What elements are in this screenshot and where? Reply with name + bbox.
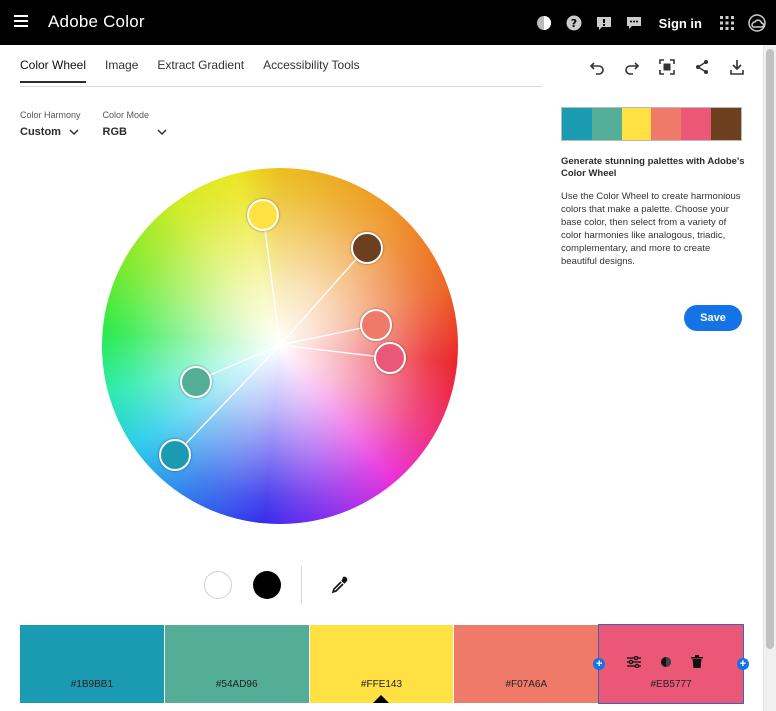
save-button[interactable]: Save [684,305,742,331]
toolbar [588,58,746,76]
app-title[interactable]: Adobe Color [48,12,145,32]
color-harmony-dropdown[interactable]: Custom [20,126,81,138]
add-right-icon[interactable]: + [736,658,749,670]
add-left-icon[interactable]: + [593,658,606,670]
color-mode-dropdown[interactable]: RGB [103,126,167,138]
chat-icon[interactable] [625,14,643,32]
color-harmony-label: Color Harmony [20,110,81,120]
palette-preview-swatch-1 [562,108,592,140]
handle-yellow[interactable] [247,199,279,231]
swatch-row: #1B9BB1 #54AD96 #FFE143 #F07A6A #EB5777 … [20,624,749,704]
swatch-hex[interactable]: #54AD96 [165,679,309,690]
black-swatch-button[interactable] [253,571,281,599]
help-icon[interactable]: ? [565,14,583,32]
fullscreen-icon[interactable] [658,58,676,76]
handle-salmon[interactable] [360,309,392,341]
swatch-hex[interactable]: #FFE143 [310,679,454,690]
palette-preview[interactable] [561,107,742,141]
white-swatch-button[interactable] [204,571,232,599]
swatch-tools [627,655,704,673]
top-bar: Adobe Color ? Sign in [0,0,776,45]
swatch-hex[interactable]: #1B9BB1 [20,679,164,690]
color-harmony-select[interactable]: Color Harmony Custom [20,110,81,138]
redo-icon[interactable] [623,58,641,76]
creative-cloud-icon[interactable] [748,14,766,32]
share-icon[interactable] [693,58,711,76]
color-harmony-value: Custom [20,126,61,138]
divider [301,566,302,604]
adjust-sliders-icon[interactable] [627,655,642,673]
color-mode-select[interactable]: Color Mode RGB [103,110,167,138]
palette-preview-swatch-6 [711,108,741,140]
undo-icon[interactable] [588,58,606,76]
scrollbar[interactable] [763,45,776,711]
tab-extract-gradient[interactable]: Extract Gradient [157,58,244,83]
sign-in-link[interactable]: Sign in [659,16,702,31]
chevron-down-icon [69,128,79,135]
handle-green[interactable] [180,366,212,398]
handle-pink[interactable] [374,342,406,374]
swatch-5[interactable]: #EB5777 + + [593,624,749,704]
tab-divider [20,86,542,87]
swatch-3[interactable]: #FFE143 [309,625,454,703]
brightness-controls [204,566,350,604]
swatch-hex[interactable]: #EB5777 [599,679,743,690]
tab-color-wheel[interactable]: Color Wheel [20,58,87,83]
info-body: Use the Color Wheel to create harmonious… [561,191,741,267]
color-wheel[interactable] [102,168,458,524]
feedback-icon[interactable] [595,14,613,32]
base-color-indicator-icon [373,695,390,703]
tab-image[interactable]: Image [105,58,138,83]
menu-icon[interactable] [14,15,28,27]
color-mode-value: RGB [102,126,127,138]
apps-grid-icon[interactable] [718,14,736,32]
swatch-1[interactable]: #1B9BB1 [20,625,164,703]
color-mode-label: Color Mode [102,110,150,120]
contrast-icon[interactable] [660,655,672,673]
swatch-hex[interactable]: #F07A6A [454,679,598,690]
svg-text:?: ? [570,17,576,30]
palette-preview-swatch-2 [591,108,622,140]
download-icon[interactable] [728,58,746,76]
handle-brown[interactable] [351,232,383,264]
swatch-4[interactable]: #F07A6A [454,625,599,703]
palette-preview-swatch-4 [651,108,682,140]
selectors: Color Harmony Custom Color Mode RGB [20,110,167,138]
mode-tabs: Color Wheel Image Extract Gradient Acces… [20,58,360,83]
tab-accessibility-tools[interactable]: Accessibility Tools [263,58,359,83]
scrollbar-thumb[interactable] [766,49,774,649]
chevron-down-icon [157,128,167,135]
delete-icon[interactable] [691,655,704,673]
eyedropper-icon[interactable] [330,575,350,595]
info-title: Generate stunning palettes with Adobe's … [561,156,745,179]
handle-teal[interactable] [159,439,191,471]
top-icons: ? Sign in [535,11,766,35]
palette-preview-swatch-5 [681,108,712,140]
swatch-2[interactable]: #54AD96 [164,625,309,703]
wheel-lines [174,213,391,456]
theme-icon[interactable] [535,14,553,32]
palette-preview-swatch-3 [621,108,652,140]
